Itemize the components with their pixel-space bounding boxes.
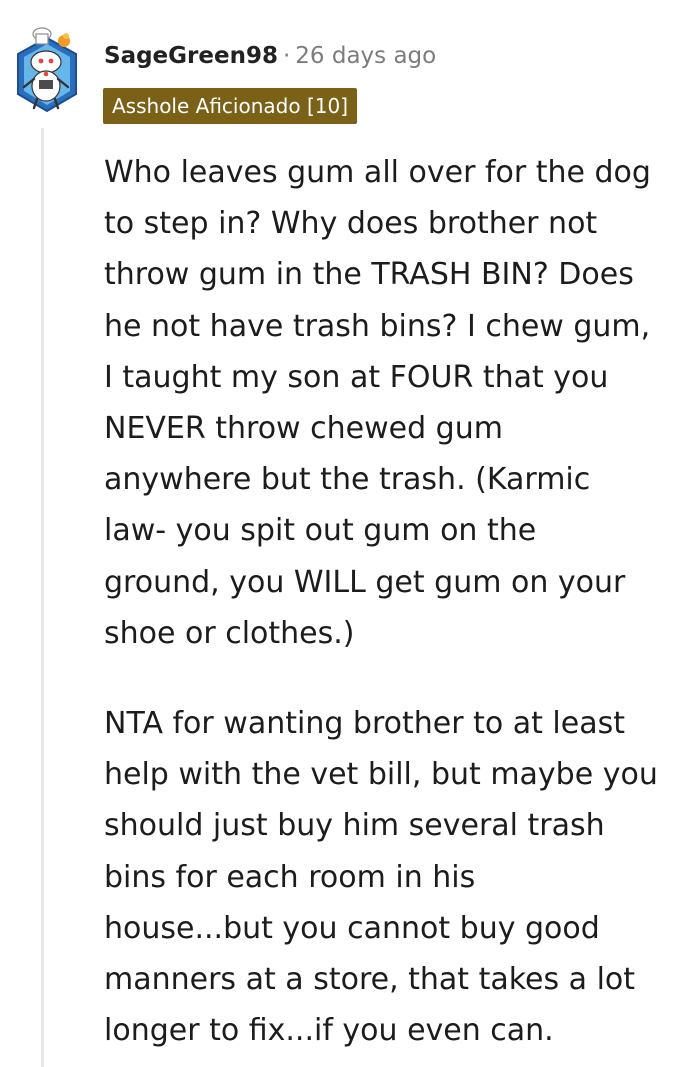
meta-separator: · bbox=[282, 43, 291, 69]
username-link[interactable]: SageGreen98 bbox=[104, 43, 278, 69]
timestamp-link[interactable]: 26 days ago bbox=[295, 43, 436, 69]
comment-body: Who leaves gum all over for the dog to s… bbox=[104, 147, 694, 1056]
comment: SageGreen98 · 26 days ago Asshole Aficiona… bbox=[0, 0, 700, 1067]
snoo-avatar-icon bbox=[17, 27, 77, 113]
thread-collapse-line[interactable] bbox=[41, 128, 44, 1067]
user-avatar[interactable] bbox=[12, 24, 82, 116]
comment-paragraph: Who leaves gum all over for the dog to s… bbox=[104, 155, 651, 651]
user-flair: Asshole Aficionado [10] bbox=[103, 88, 357, 124]
comment-paragraph: NTA for wanting brother to at least help… bbox=[104, 706, 658, 1049]
comment-meta: SageGreen98 · 26 days ago bbox=[104, 38, 436, 74]
